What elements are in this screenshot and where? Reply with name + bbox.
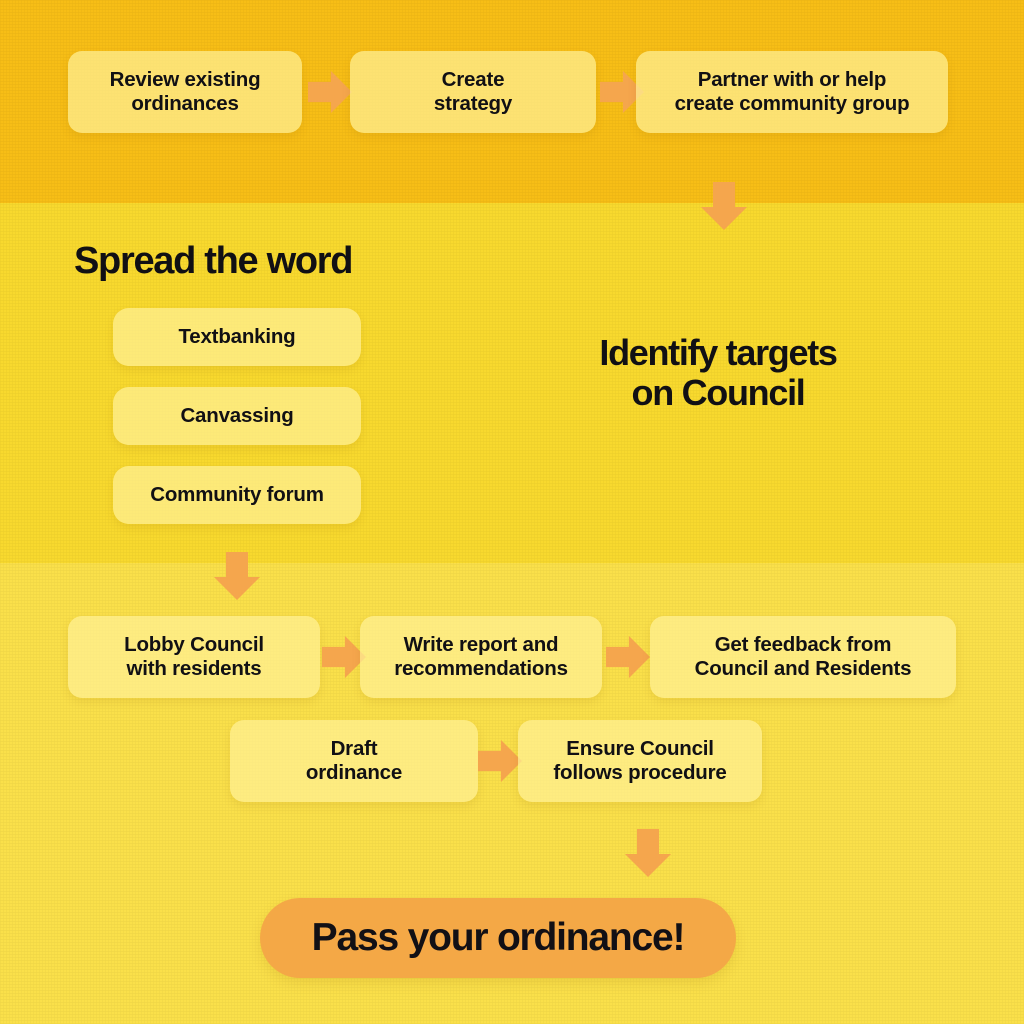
step-box-write-report-and-recommendations: Write report and recommendations <box>360 616 602 698</box>
step-box-review-existing-ordinances: Review existing ordinances <box>68 51 302 133</box>
step-box-ensure-council-follows-procedure: Ensure Council follows procedure <box>518 720 762 802</box>
section-heading-spread-the-word: Spread the word <box>74 240 354 282</box>
step-box-lobby-council-with-residents: Lobby Council with residents <box>68 616 320 698</box>
final-outcome-banner-pass-your-ordinance: Pass your ordinance! <box>260 898 736 978</box>
tactic-box-canvassing: Canvassing <box>113 387 361 445</box>
step-box-partner-create-community-group: Partner with or help create community gr… <box>636 51 948 133</box>
tactic-box-community-forum: Community forum <box>113 466 361 524</box>
infographic-canvas: Review existing ordinances Create strate… <box>0 0 1024 1024</box>
section-heading-identify-targets-on-council: Identify targets on Council <box>599 332 838 413</box>
tactic-box-textbanking: Textbanking <box>113 308 361 366</box>
step-box-draft-ordinance: Draft ordinance <box>230 720 478 802</box>
step-box-get-feedback-from-council-and-residents: Get feedback from Council and Residents <box>650 616 956 698</box>
step-box-create-strategy: Create strategy <box>350 51 596 133</box>
